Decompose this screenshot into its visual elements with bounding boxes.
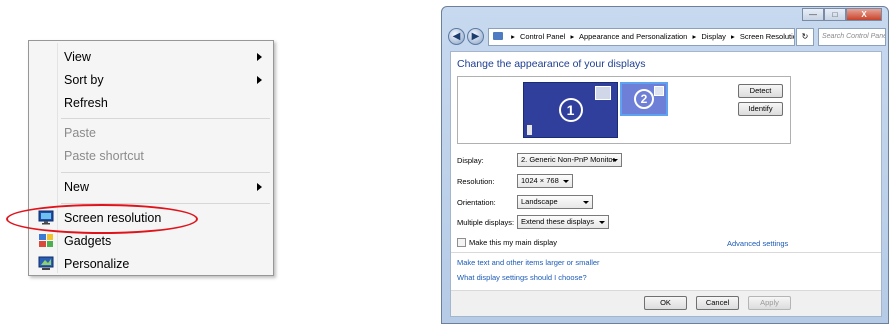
monitor-2[interactable]: 2	[620, 82, 668, 116]
apply-button[interactable]: Apply	[748, 296, 791, 310]
back-button[interactable]: ◀	[448, 28, 465, 45]
display-label: Display:	[457, 156, 484, 165]
resolution-select-value: 1024 × 768	[521, 176, 559, 185]
chevron-down-icon	[612, 159, 618, 162]
cancel-button[interactable]: Cancel	[696, 296, 739, 310]
chevron-down-icon	[583, 201, 589, 204]
address-row: ◀ ▶ ▸ Control Panel ▸ Appearance and Per…	[446, 27, 886, 47]
breadcrumb-separator: ▸	[570, 32, 575, 41]
menu-item-label: Sort by	[64, 73, 104, 87]
text-size-link[interactable]: Make text and other items larger or smal…	[457, 258, 600, 267]
main-display-checkbox[interactable]: Make this my main display	[457, 238, 557, 247]
menu-item-label: Paste	[64, 126, 96, 140]
forward-button[interactable]: ▶	[467, 28, 484, 45]
window-thumbnail	[527, 125, 532, 135]
breadcrumb-display[interactable]: Display	[701, 32, 726, 41]
menu-item-refresh[interactable]: Refresh	[32, 92, 270, 114]
desktop-context-menu: View Sort by Refresh Paste Paste shortcu…	[28, 40, 274, 276]
menu-item-label: Paste shortcut	[64, 149, 144, 163]
identify-button[interactable]: Identify	[738, 102, 783, 116]
window-thumbnail	[595, 86, 611, 100]
checkbox-label: Make this my main display	[469, 238, 557, 247]
breadcrumb-control-panel[interactable]: Control Panel	[520, 32, 565, 41]
multiple-displays-select[interactable]: Extend these displays	[517, 215, 609, 229]
checkbox-box[interactable]	[457, 238, 466, 247]
menu-item-paste[interactable]: Paste	[32, 122, 270, 144]
resolution-label: Resolution:	[457, 177, 495, 186]
breadcrumb-separator: ▸	[511, 32, 515, 41]
chevron-down-icon	[599, 221, 605, 224]
menu-item-label: Refresh	[64, 96, 108, 110]
detect-button[interactable]: Detect	[738, 84, 783, 98]
menu-item-view[interactable]: View	[32, 46, 270, 68]
display-help-link[interactable]: What display settings should I choose?	[457, 273, 587, 282]
menu-item-personalize[interactable]: Personalize	[32, 253, 270, 275]
display-select-value: 2. Generic Non-PnP Monitor	[521, 155, 616, 164]
search-input[interactable]: Search Control Panel	[818, 28, 886, 46]
menu-item-sort-by[interactable]: Sort by	[32, 69, 270, 91]
menu-separator	[61, 118, 270, 119]
resolution-select[interactable]: 1024 × 768	[517, 174, 573, 188]
submenu-arrow-icon	[257, 76, 262, 84]
display-select[interactable]: 2. Generic Non-PnP Monitor	[517, 153, 622, 167]
display-preview: 1 2 Detect Identify	[457, 76, 791, 144]
menu-item-new[interactable]: New	[32, 176, 270, 198]
multiple-displays-select-value: Extend these displays	[521, 217, 594, 226]
orientation-select-value: Landscape	[521, 197, 558, 206]
window-thumbnail	[654, 86, 664, 96]
screen-resolution-window: — □ X ◀ ▶ ▸ Control Panel ▸ Appearance a…	[441, 6, 889, 324]
maximize-button[interactable]: □	[824, 8, 846, 21]
breadcrumb-screen-resolution[interactable]: Screen Resolution	[740, 32, 794, 41]
menu-item-gadgets[interactable]: Gadgets	[32, 230, 270, 252]
chevron-down-icon	[563, 180, 569, 183]
menu-item-label: New	[64, 180, 90, 194]
menu-item-label: View	[64, 50, 91, 64]
content-pane: Change the appearance of your displays 1…	[450, 51, 882, 317]
address-bar[interactable]: ▸ Control Panel ▸ Appearance and Persona…	[488, 28, 795, 46]
ok-button[interactable]: OK	[644, 296, 687, 310]
menu-item-label: Personalize	[64, 257, 130, 271]
breadcrumb-separator: ▸	[731, 32, 735, 41]
submenu-arrow-icon	[257, 183, 262, 191]
minimize-button[interactable]: —	[802, 8, 824, 21]
menu-separator	[61, 172, 270, 173]
highlight-ellipse	[6, 204, 198, 234]
multiple-displays-label: Multiple displays:	[457, 218, 515, 227]
advanced-settings-link[interactable]: Advanced settings	[727, 239, 788, 248]
monitor-1[interactable]: 1	[523, 82, 618, 138]
orientation-label: Orientation:	[457, 198, 496, 207]
button-bar: OK Cancel Apply	[451, 290, 881, 316]
gadgets-icon	[39, 234, 53, 247]
monitor-number: 1	[558, 98, 583, 122]
breadcrumb-appearance[interactable]: Appearance and Personalization	[579, 32, 687, 41]
control-panel-icon	[493, 32, 503, 40]
caption-buttons: — □ X	[802, 8, 882, 21]
menu-item-paste-shortcut[interactable]: Paste shortcut	[32, 145, 270, 167]
menu-item-label: Gadgets	[64, 234, 112, 248]
personalize-icon	[38, 256, 54, 270]
submenu-arrow-icon	[257, 53, 262, 61]
orientation-select[interactable]: Landscape	[517, 195, 593, 209]
monitor-number: 2	[634, 89, 654, 109]
breadcrumb-separator: ▸	[692, 32, 697, 41]
divider	[451, 252, 881, 253]
close-button[interactable]: X	[846, 8, 882, 21]
page-title: Change the appearance of your displays	[457, 58, 646, 70]
refresh-button[interactable]: ↻	[796, 28, 814, 46]
